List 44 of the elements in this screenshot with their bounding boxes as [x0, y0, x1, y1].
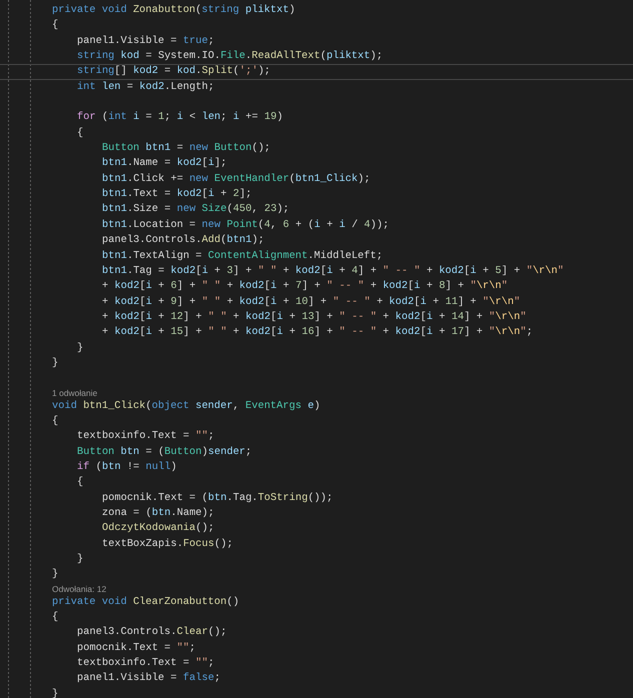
code-line: if (btn != null) [77, 460, 177, 475]
code-line: pomocnik.Text = ""; [77, 640, 196, 656]
code-line: { [52, 610, 58, 626]
code-line: panel3.Controls.Add(btn1); [102, 233, 264, 248]
code-line: textboxinfo.Text = ""; [77, 656, 214, 672]
code-line: btn1.Location = new Point(4, 6 + (i + i / 4)); [102, 218, 390, 233]
code-line: OdczytKodowania(); [102, 521, 214, 536]
code-line: } [77, 552, 84, 568]
code-line: + kod2[i + 6] + " " + kod2[i + 7] + " -- " + kod2[i + 8] + "\r\n" [102, 279, 508, 294]
code-line: } [52, 567, 58, 582]
code-line: btn1.TextAlign = ContentAlignment.MiddleLeft; [102, 248, 383, 264]
code-line: { [77, 475, 84, 490]
code-line: for (int i = 1; i < len; i += 19) [77, 110, 283, 126]
code-line: + kod2[i + 9] + " " + kod2[i + 10] + " -- " + kod2[i + 11] + "\r\n" [102, 294, 520, 310]
code-line: { [52, 414, 58, 429]
code-line: btn1.Name = kod2[i]; [102, 156, 227, 172]
code-line: textBoxZapis.Focus(); [102, 536, 233, 552]
code-line: int len = kod2.Length; [77, 80, 214, 95]
code-line: private void Zonabutton(string pliktxt) [52, 3, 296, 18]
code-line: } [77, 340, 84, 356]
code-line: zona = (btn.Name); [102, 506, 214, 521]
code-line: { [77, 126, 84, 141]
code-line: Button btn1 = new Button(); [102, 141, 270, 156]
code-line: btn1.Size = new Size(450, 23); [102, 202, 290, 218]
reference-count-link[interactable]: Odwołania: 12 [52, 584, 106, 594]
code-line: btn1.Click += new EventHandler(btn1_Click); [102, 172, 370, 187]
code-line: btn1.Text = kod2[i + 2]; [102, 187, 252, 202]
code-line: private void ClearZonabutton() [52, 594, 240, 610]
code-line: { [52, 18, 58, 34]
code-line: panel1.Visible = true; [77, 34, 214, 49]
code-line: void btn1_Click(object sender, EventArgs e) [52, 398, 320, 414]
code-line: textboxinfo.Text = ""; [77, 429, 214, 444]
code-line: pomocnik.Text = (btn.Tag.ToString()); [102, 490, 333, 506]
code-line: } [52, 686, 58, 698]
code-line: btn1.Tag = kod2[i + 3] + " " + kod2[i + 4] + " -- " + kod2[i + 5] + "\r\n" [102, 264, 564, 279]
code-line: panel1.Visible = false; [77, 671, 220, 686]
code-line: + kod2[i + 15] + " " + kod2[i + 16] + " -- " + kod2[i + 17] + "\r\n"; [102, 325, 533, 340]
code-line: + kod2[i + 12] + " " + kod2[i + 13] + " -- " + kod2[i + 14] + "\r\n" [102, 310, 526, 325]
code-line: panel3.Controls.Clear(); [77, 625, 227, 640]
code-line: string kod = System.IO.File.ReadAllText(pliktxt); [77, 49, 383, 64]
code-line: string[] kod2 = kod.Split(';'); [77, 64, 270, 80]
code-line: Button btn = (Button)sender; [77, 444, 252, 460]
code-line: } [52, 356, 58, 371]
reference-count-link[interactable]: 1 odwołanie [52, 388, 98, 398]
